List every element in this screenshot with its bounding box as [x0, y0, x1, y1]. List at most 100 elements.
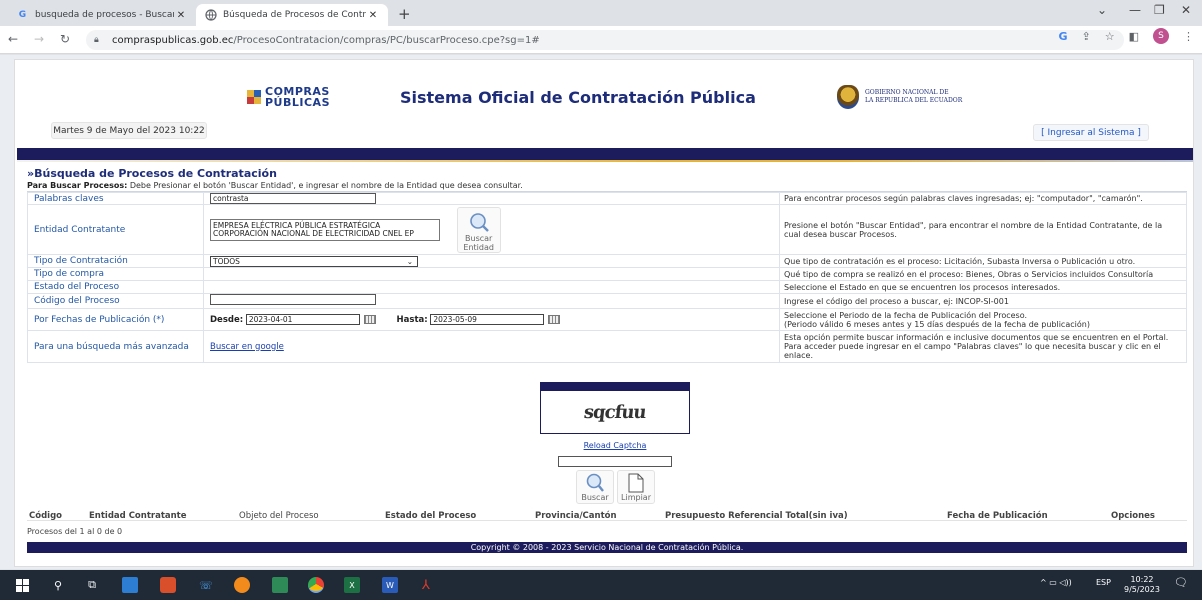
- browser-tab-active[interactable]: Búsqueda de Procesos de Contra ✕: [196, 4, 388, 26]
- maximize-icon[interactable]: ❐: [1154, 3, 1165, 17]
- language-indicator[interactable]: ESP: [1096, 578, 1111, 587]
- estado-label: Estado del Proceso: [27, 280, 204, 294]
- blank-page-icon: [628, 473, 644, 493]
- col-presupuesto[interactable]: Presupuesto Referencial Total(sin iva): [665, 511, 848, 521]
- tray-icons[interactable]: ^ ▭ ◁)): [1040, 578, 1072, 587]
- search-instructions: Para Buscar Procesos: Debe Presionar el …: [27, 181, 1187, 192]
- address-bar[interactable]: 🔒︎ compraspublicas.gob.ec/ProcesoContrat…: [86, 30, 1124, 50]
- section-title: »Búsqueda de Procesos de Contratación: [27, 167, 277, 180]
- close-tab-icon[interactable]: ✕: [366, 10, 380, 21]
- browser-tab-google[interactable]: G busqueda de procesos - Buscar c ✕: [8, 4, 196, 26]
- sidepanel-icon[interactable]: ◧: [1129, 30, 1139, 43]
- buscar-entidad-button[interactable]: Buscar Entidad: [456, 206, 501, 253]
- hasta-input[interactable]: 2023-05-09: [430, 314, 545, 325]
- word-icon[interactable]: W: [382, 577, 398, 593]
- lock-icon: 🔒︎: [94, 35, 99, 45]
- page-container: COMPRAS PÚBLICAS Sistema Oficial de Cont…: [14, 59, 1194, 567]
- task-view-icon[interactable]: ⧉: [84, 577, 100, 593]
- buscar-google-link[interactable]: Buscar en google: [210, 342, 284, 352]
- col-opciones[interactable]: Opciones: [1111, 511, 1155, 521]
- calendar-icon[interactable]: [548, 315, 561, 324]
- calculator-icon[interactable]: [272, 577, 288, 593]
- windows-start-icon[interactable]: [14, 577, 30, 593]
- share-icon[interactable]: ⇪: [1082, 30, 1091, 43]
- menu-kebab-icon[interactable]: ⋮: [1183, 30, 1194, 43]
- close-window-icon[interactable]: ✕: [1181, 3, 1191, 17]
- codigo-label: Código del Proceso: [27, 293, 204, 309]
- page-footer: Copyright © 2008 - 2023 Servicio Naciona…: [27, 542, 1187, 553]
- tipo-compra-help: Qué tipo de compra se realizó en el proc…: [779, 267, 1187, 281]
- gobierno-logo: GOBIERNO NACIONAL DE LA REPUBLICA DEL EC…: [837, 84, 997, 110]
- col-estado[interactable]: Estado del Proceso: [385, 511, 476, 521]
- limpiar-button[interactable]: Limpiar: [617, 470, 655, 504]
- captcha-input[interactable]: [558, 456, 672, 467]
- minimize-icon[interactable]: —: [1129, 3, 1141, 17]
- estado-help: Seleccione el Estado en que se encuentre…: [779, 280, 1187, 294]
- entidad-help: Presione el botón "Buscar Entidad", para…: [779, 204, 1187, 255]
- coat-of-arms-icon: [837, 85, 859, 109]
- entidad-textarea[interactable]: EMPRESA ELÉCTRICA PÚBLICA ESTRATÉGICA CO…: [210, 218, 440, 241]
- fechas-help: Seleccione el Periodo de la fecha de Pub…: [779, 308, 1187, 331]
- compras-publicas-logo: COMPRAS PÚBLICAS: [247, 84, 337, 112]
- results-count: Procesos del 1 al 0 de 0: [27, 527, 123, 536]
- globe-icon: [204, 9, 217, 22]
- google-lens-icon[interactable]: G: [1058, 30, 1067, 43]
- header-stripe: [17, 160, 1193, 162]
- col-entidad[interactable]: Entidad Contratante: [89, 511, 187, 521]
- file-explorer-icon[interactable]: [122, 577, 138, 593]
- site-title: Sistema Oficial de Contratación Pública: [400, 88, 756, 107]
- codigo-help: Ingrese el código del proceso a buscar, …: [779, 293, 1187, 309]
- login-link[interactable]: [ Ingresar al Sistema ]: [1033, 124, 1149, 141]
- palabras-help: Para encontrar procesos según palabras c…: [779, 192, 1187, 205]
- tab-title: busqueda de procesos - Buscar c: [35, 10, 174, 20]
- search-icon[interactable]: ⚲: [50, 577, 66, 593]
- row-entidad: Entidad Contratante EMPRESA ELÉCTRICA PÚ…: [27, 204, 1187, 255]
- page-viewport: COMPRAS PÚBLICAS Sistema Oficial de Cont…: [0, 55, 1202, 569]
- forward-icon[interactable]: →: [34, 32, 44, 46]
- tipo-compra-label: Tipo de compra: [27, 267, 204, 281]
- entidad-label: Entidad Contratante: [27, 204, 204, 255]
- avanzada-label: Para una búsqueda más avanzada: [27, 330, 204, 363]
- acrobat-icon[interactable]: ⅄: [418, 577, 434, 593]
- codigo-input[interactable]: [210, 294, 376, 305]
- row-estado: Estado del Proceso Seleccione el Estado …: [27, 280, 1187, 294]
- close-tab-icon[interactable]: ✕: [174, 10, 188, 21]
- tab-search-icon[interactable]: ⌄: [1097, 3, 1107, 17]
- taskbar: ⚲ ⧉ ☏ X W ⅄ ^ ▭ ◁)) ESP 10:22 9/5/2023 🗨…: [0, 570, 1202, 600]
- col-codigo[interactable]: Código: [29, 511, 62, 521]
- desde-input[interactable]: 2023-04-01: [245, 314, 360, 325]
- tipo-contratacion-select[interactable]: TODOS ⌄: [210, 255, 418, 267]
- captcha-image: sqcfuu: [540, 390, 690, 434]
- results-header: Código Entidad Contratante Objeto del Pr…: [27, 511, 1187, 521]
- avanzada-help: Esta opción permite buscar información e…: [779, 330, 1187, 363]
- phone-icon[interactable]: ☏: [198, 577, 214, 593]
- col-provincia[interactable]: Provincia/Cantón: [535, 511, 617, 521]
- new-tab-icon[interactable]: +: [398, 5, 411, 23]
- browser-toolbar: ← → ↻ 🔒︎ compraspublicas.gob.ec/ProcesoC…: [0, 26, 1202, 54]
- col-fecha[interactable]: Fecha de Publicación: [947, 511, 1048, 521]
- row-codigo: Código del Proceso Ingrese el código del…: [27, 293, 1187, 309]
- firefox-icon[interactable]: [234, 577, 250, 593]
- notifications-icon[interactable]: 🗨︎: [1174, 576, 1188, 589]
- col-objeto[interactable]: Objeto del Proceso: [239, 511, 319, 521]
- hasta-label: Hasta:: [396, 315, 428, 325]
- buscar-button[interactable]: Buscar: [576, 470, 614, 504]
- excel-icon[interactable]: X: [344, 577, 360, 593]
- google-icon: G: [18, 10, 27, 20]
- bookmark-star-icon[interactable]: ☆: [1105, 30, 1115, 43]
- app-icon[interactable]: [160, 577, 176, 593]
- row-tipo-compra: Tipo de compra Qué tipo de compra se rea…: [27, 267, 1187, 281]
- profile-avatar[interactable]: S: [1153, 28, 1169, 44]
- magnifier-icon: [469, 212, 489, 232]
- reload-icon[interactable]: ↻: [60, 32, 70, 46]
- calendar-icon[interactable]: [363, 315, 376, 324]
- row-tipo-contratacion: Tipo de Contratación TODOS ⌄ Que tipo de …: [27, 254, 1187, 268]
- chrome-icon[interactable]: [308, 577, 324, 593]
- clock[interactable]: 10:22 9/5/2023: [1124, 575, 1160, 595]
- reload-captcha-link[interactable]: Reload Captcha: [580, 441, 650, 450]
- header-bar: [17, 148, 1193, 160]
- palabras-input[interactable]: contrasta: [210, 193, 376, 204]
- tipo-contratacion-help: Que tipo de contratación es el proceso: …: [779, 254, 1187, 268]
- magnifier-icon: [586, 473, 604, 492]
- back-icon[interactable]: ←: [8, 32, 18, 46]
